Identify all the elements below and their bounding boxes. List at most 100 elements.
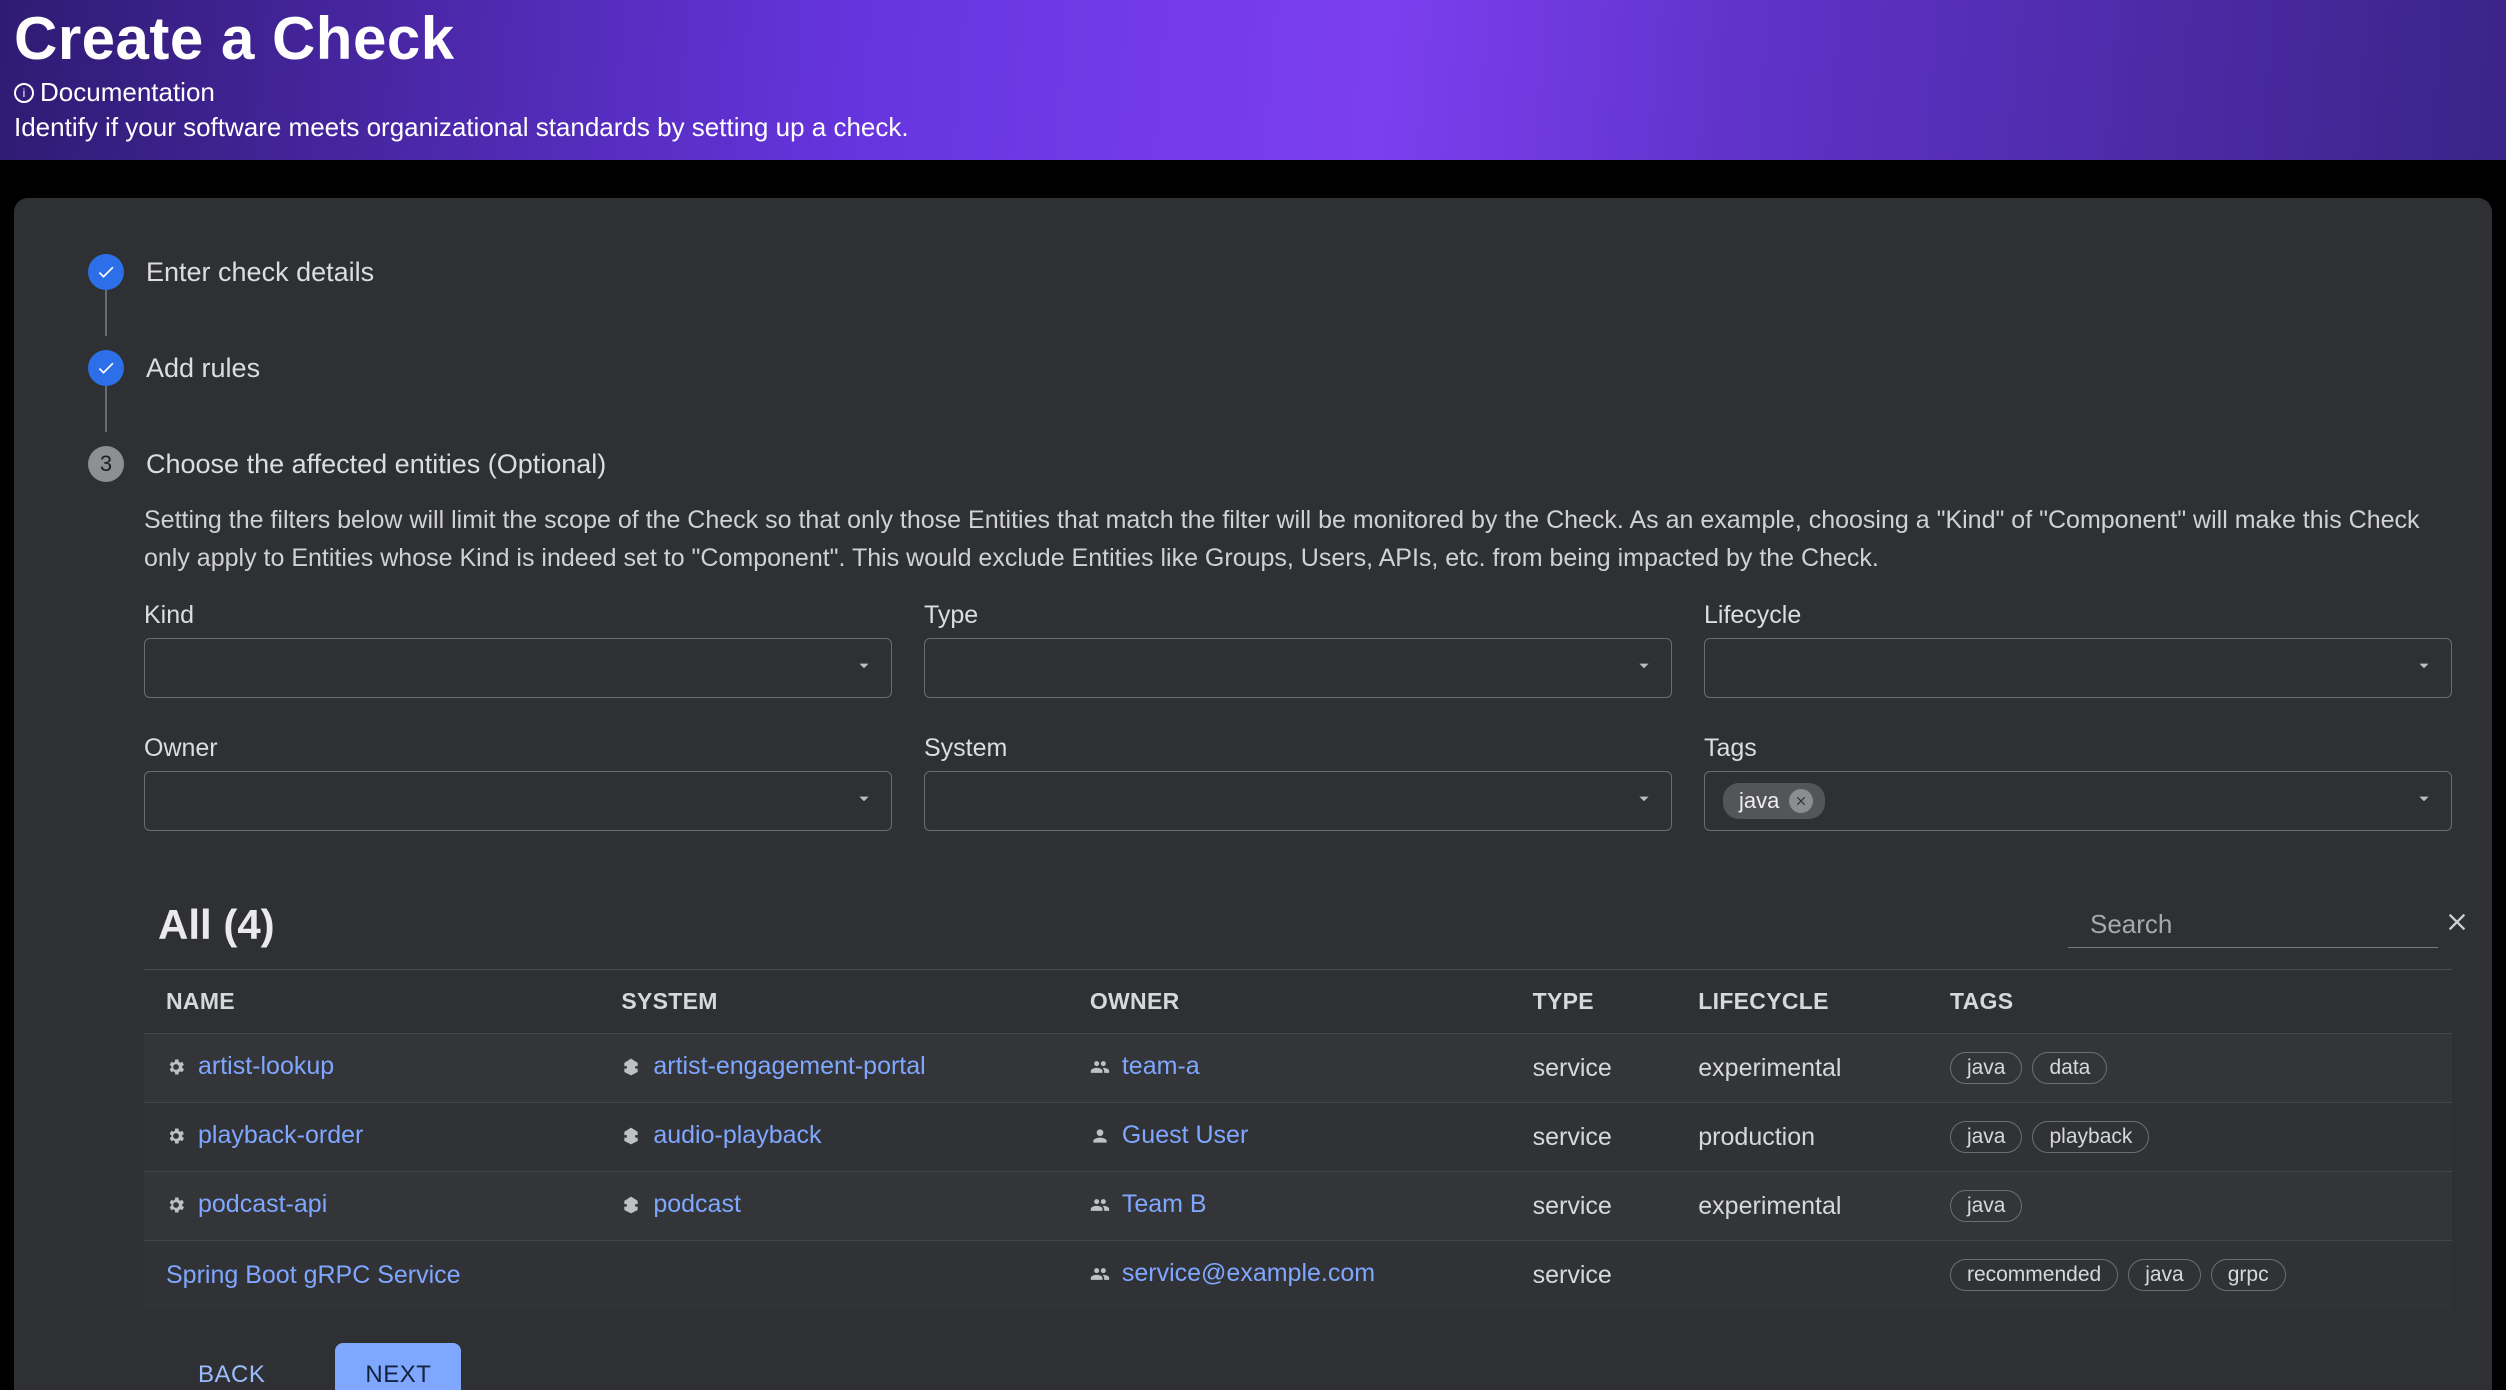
lifecycle-cell: experimental [1676,1172,1928,1241]
type-cell: service [1511,1103,1677,1172]
filter-system: System [924,734,1672,831]
page-header: Create a Check i Documentation Identify … [0,0,2506,160]
col-owner[interactable]: OWNER [1068,970,1511,1034]
system-link[interactable]: artist-engagement-portal [653,1052,925,1081]
col-type[interactable]: TYPE [1511,970,1677,1034]
filter-owner: Owner [144,734,892,831]
tag-pill: playback [2032,1121,2149,1153]
step-add-rules[interactable]: Add rules [88,344,2452,392]
tags-cell: recommended java grpc [1928,1241,2452,1310]
filter-label: Kind [144,601,892,630]
owner-link[interactable]: service@example.com [1122,1259,1375,1288]
entity-link[interactable]: artist-lookup [198,1052,334,1081]
results-title: All (4) [158,901,275,949]
type-select[interactable] [924,638,1672,698]
filter-label: System [924,734,1672,763]
tags-select[interactable]: java [1704,771,2452,831]
filter-label: Lifecycle [1704,601,2452,630]
tags-cell: java playback [1928,1103,2452,1172]
filter-label: Tags [1704,734,2452,763]
next-button[interactable]: NEXT [335,1343,461,1390]
lifecycle-select[interactable] [1704,638,2452,698]
caret-down-icon [2413,655,2435,682]
owner-link[interactable]: Team B [1122,1190,1207,1219]
check-icon [88,350,124,386]
caret-down-icon [2413,788,2435,815]
content-card: Enter check details Add rules 3 Choose t… [14,198,2492,1390]
step-label: Choose the affected entities (Optional) [146,449,606,480]
lifecycle-cell: production [1676,1103,1928,1172]
table-row: podcast-api podcast Team B service exper… [144,1172,2452,1241]
owner-icon [1090,1195,1110,1215]
owner-link[interactable]: team-a [1122,1052,1200,1081]
owner-select[interactable] [144,771,892,831]
filter-kind: Kind [144,601,892,698]
type-cell: service [1511,1241,1677,1310]
entity-link[interactable]: playback-order [198,1121,363,1150]
table-row: Spring Boot gRPC Service service@example… [144,1241,2452,1310]
owner-link[interactable]: Guest User [1122,1121,1248,1150]
lifecycle-cell [1676,1241,1928,1310]
system-link[interactable]: podcast [653,1190,741,1219]
caret-down-icon [853,655,875,682]
col-lifecycle[interactable]: LIFECYCLE [1676,970,1928,1034]
entity-link[interactable]: podcast-api [198,1190,327,1219]
caret-down-icon [1633,655,1655,682]
remove-tag-button[interactable] [1789,789,1813,813]
owner-icon [1090,1126,1110,1146]
entities-table: NAME SYSTEM OWNER TYPE LIFECYCLE TAGS ar… [144,969,2452,1309]
tags-cell: java [1928,1172,2452,1241]
tag-pill: java [2128,1259,2201,1291]
kind-select[interactable] [144,638,892,698]
search-box [2068,902,2438,948]
filter-type: Type [924,601,1672,698]
table-row: playback-order audio-playback Guest User… [144,1103,2452,1172]
step-label: Enter check details [146,257,374,288]
component-icon [166,1057,186,1077]
search-input[interactable] [2090,909,2425,940]
tag-pill: recommended [1950,1259,2118,1291]
type-cell: service [1511,1034,1677,1103]
step-description: Setting the filters below will limit the… [144,502,2452,577]
col-system[interactable]: SYSTEM [599,970,1068,1034]
tag-pill: java [1950,1052,2023,1084]
step-choose-entities: 3 Choose the affected entities (Optional… [88,440,2452,488]
table-row: artist-lookup artist-engagement-portal t… [144,1034,2452,1103]
info-icon: i [14,83,34,103]
system-icon [621,1126,641,1146]
filter-lifecycle: Lifecycle [1704,601,2452,698]
system-icon [621,1195,641,1215]
clear-search-button[interactable] [2443,908,2471,941]
wizard-buttons: BACK NEXT [168,1343,2452,1390]
check-icon [88,254,124,290]
stepper: Enter check details Add rules 3 Choose t… [88,248,2452,488]
caret-down-icon [1633,788,1655,815]
back-button[interactable]: BACK [168,1343,295,1390]
owner-icon [1090,1264,1110,1284]
page-title: Create a Check [14,4,2492,73]
component-icon [166,1195,186,1215]
filter-tags: Tags java [1704,734,2452,831]
step-enter-details[interactable]: Enter check details [88,248,2452,296]
type-cell: service [1511,1172,1677,1241]
tag-pill: java [1950,1121,2023,1153]
tag-chip: java [1723,783,1825,819]
tags-cell: javadata [1928,1034,2452,1103]
step-index: 3 [88,446,124,482]
col-tags[interactable]: TAGS [1928,970,2452,1034]
entity-link[interactable]: Spring Boot gRPC Service [166,1261,461,1290]
results-panel: All (4) NAME SYSTEM OWNER TYPE LIFECYCLE… [144,901,2452,1309]
lifecycle-cell: experimental [1676,1034,1928,1103]
step-label: Add rules [146,353,260,384]
filter-label: Type [924,601,1672,630]
filter-label: Owner [144,734,892,763]
component-icon [166,1126,186,1146]
documentation-link[interactable]: Documentation [40,77,215,108]
tag-pill: grpc [2211,1259,2286,1291]
col-name[interactable]: NAME [144,970,599,1034]
chip-label: java [1739,788,1779,814]
owner-icon [1090,1057,1110,1077]
filter-grid: Kind Type Lifecycle Owner [144,601,2452,831]
system-link[interactable]: audio-playback [653,1121,821,1150]
system-select[interactable] [924,771,1672,831]
